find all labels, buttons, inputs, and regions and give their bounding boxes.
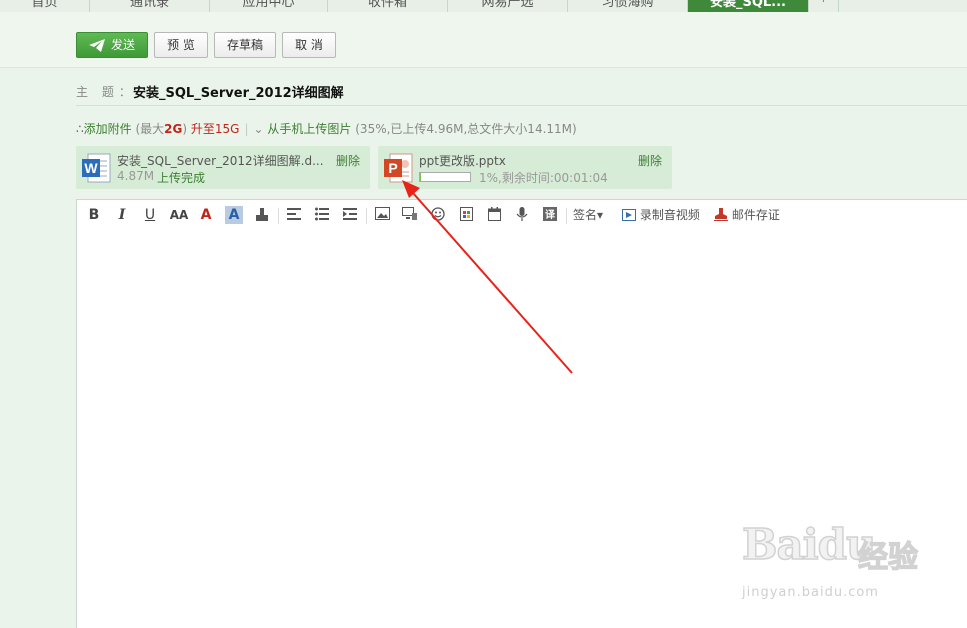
indent-icon <box>343 208 357 220</box>
chevron-down-icon[interactable]: ⌄ <box>254 122 264 136</box>
watermark-cn: 经验 <box>857 539 918 575</box>
divider: | <box>244 122 249 136</box>
preview-button[interactable]: 预 览 <box>154 32 208 58</box>
stamp-icon <box>714 208 728 221</box>
template-button[interactable] <box>457 206 475 224</box>
upload-progress-bar <box>419 172 471 182</box>
watermark-url: jingyan.baidu.com <box>742 585 879 600</box>
attachment-card-ppt: P ppt更改版.pptx 删除 1%,剩余时间:00:01:04 <box>378 146 672 189</box>
toolbar-divider <box>366 208 367 224</box>
tab-add-button[interactable]: + <box>809 0 839 12</box>
upgrade-link[interactable]: 升至15G <box>191 122 240 136</box>
calendar-button[interactable] <box>485 206 503 224</box>
paperclip-icon: ∴ <box>76 122 84 136</box>
calendar-icon <box>487 207 501 221</box>
align-button[interactable] <box>285 206 303 224</box>
tab-home[interactable]: 首页 <box>0 0 90 12</box>
attachment-filename: ppt更改版.pptx <box>419 154 506 168</box>
watermark-brand: Baidu <box>741 519 877 570</box>
record-video-label: 录制音视频 <box>639 208 700 222</box>
toolbar-divider <box>566 208 567 224</box>
max-size-prefix: (最大 <box>135 122 165 136</box>
mail-archive-button[interactable]: 邮件存证 <box>714 207 780 223</box>
format-brush-button[interactable] <box>253 206 271 224</box>
translate-button[interactable]: 译 <box>541 206 559 224</box>
microphone-icon <box>516 207 528 221</box>
delete-attachment-link[interactable]: 删除 <box>638 152 662 169</box>
svg-text:W: W <box>84 160 98 176</box>
tab-compose-active[interactable]: 安装_SQL... <box>688 0 809 12</box>
highlight-color-button[interactable]: A <box>225 206 243 224</box>
tab-contacts[interactable]: 通讯录 <box>90 0 210 12</box>
subject-input[interactable]: 安装_SQL_Server_2012详细图解 <box>133 82 344 101</box>
tab-app-center[interactable]: 应用中心 <box>210 0 328 12</box>
tab-haigou[interactable]: 习惯海购 <box>568 0 688 12</box>
subject-divider <box>76 105 967 106</box>
word-file-icon: W <box>82 153 111 183</box>
tab-inbox[interactable]: 收件箱 <box>328 0 448 12</box>
svg-text:P: P <box>388 160 397 176</box>
brush-icon <box>256 208 268 221</box>
svg-text:译: 译 <box>545 208 556 221</box>
paper-plane-icon <box>89 39 105 52</box>
editor-toolbar: B I U AA A A 译 签名▾ 录制音视频 邮件存证 <box>77 200 967 230</box>
record-video-button[interactable]: 录制音视频 <box>622 207 700 223</box>
upload-progress-text: 1%,剩余时间:00:01:04 <box>479 171 608 185</box>
attachment-bar: ∴添加附件 (最大2G) 升至15G | ⌄ 从手机上传图片 (35%,已上传4.9… <box>76 120 577 137</box>
compose-toolbar: 发送 预 览 存草稿 取 消 <box>0 12 967 68</box>
screenshot-button[interactable] <box>401 206 419 224</box>
cancel-button[interactable]: 取 消 <box>282 32 336 58</box>
top-tab-strip: 首页 通讯录 应用中心 收件箱 网易严选 习惯海购 安装_SQL... + <box>0 0 967 12</box>
send-label: 发送 <box>111 38 136 52</box>
bold-button[interactable]: B <box>85 206 103 224</box>
font-color-button[interactable]: A <box>197 206 215 224</box>
italic-button[interactable]: I <box>113 206 131 224</box>
list-button[interactable] <box>313 206 331 224</box>
toolbar-divider <box>278 208 279 224</box>
powerpoint-file-icon: P <box>384 153 413 183</box>
attachment-card-word: W 安装_SQL_Server_2012详细图解.d... 删除 4.87M 上… <box>76 146 370 189</box>
attachment-filename: 安装_SQL_Server_2012详细图解.d... <box>117 154 324 168</box>
screenshot-icon <box>402 207 417 220</box>
insert-image-button[interactable] <box>373 206 391 224</box>
send-button[interactable]: 发送 <box>76 32 148 58</box>
image-icon <box>374 207 390 220</box>
emoji-button[interactable] <box>429 206 447 224</box>
upload-progress-fill <box>420 173 421 181</box>
max-size-value: 2G <box>164 122 183 136</box>
tab-yanxuan[interactable]: 网易严选 <box>448 0 568 12</box>
translate-icon: 译 <box>543 207 557 221</box>
indent-button[interactable] <box>341 206 359 224</box>
video-camera-icon <box>622 209 636 221</box>
font-size-button[interactable]: AA <box>169 206 189 224</box>
delete-attachment-link[interactable]: 删除 <box>336 152 360 169</box>
bullet-list-icon <box>315 207 329 221</box>
max-size-suffix: ) <box>182 122 188 136</box>
attachment-size: 4.87M <box>117 169 155 183</box>
signature-label: 签名 <box>573 208 598 222</box>
subject-label: 主 题： <box>76 85 136 99</box>
smiley-icon <box>431 207 445 221</box>
upload-status: 上传完成 <box>157 171 206 185</box>
baidu-jingyan-watermark: Baidu 经验 jingyan.baidu.com <box>740 519 920 610</box>
upload-progress-info: (35%,已上传4.96M,总文件大小14.11M) <box>355 122 577 136</box>
mail-archive-label: 邮件存证 <box>731 208 780 222</box>
chevron-down-icon: ▾ <box>597 208 604 222</box>
template-icon <box>459 207 473 221</box>
align-left-icon <box>287 208 301 220</box>
voice-button[interactable] <box>513 206 531 224</box>
save-draft-button[interactable]: 存草稿 <box>214 32 276 58</box>
signature-dropdown[interactable]: 签名▾ <box>573 207 603 223</box>
mobile-upload-link[interactable]: 从手机上传图片 <box>267 122 351 136</box>
add-attachment-link[interactable]: 添加附件 <box>84 122 132 136</box>
underline-button[interactable]: U <box>141 206 159 224</box>
